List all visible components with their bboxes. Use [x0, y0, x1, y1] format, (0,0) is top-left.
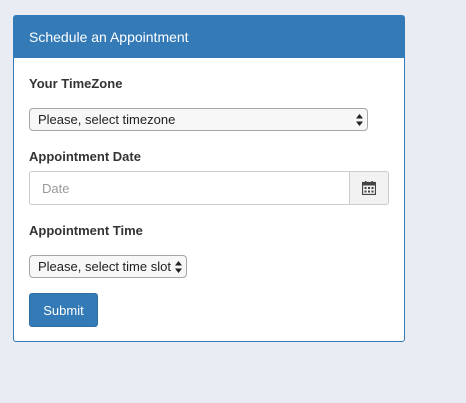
panel-heading: Schedule an Appointment	[14, 16, 404, 58]
time-slot-select[interactable]: Please, select time slot	[29, 255, 187, 278]
select-arrows-icon	[356, 113, 363, 126]
panel-title: Schedule an Appointment	[29, 29, 189, 45]
time-slot-select-value: Please, select time slot	[38, 259, 171, 274]
date-label: Appointment Date	[29, 149, 141, 164]
date-placeholder: Date	[42, 180, 70, 196]
submit-button[interactable]: Submit	[29, 293, 98, 327]
panel-body: Your TimeZone Please, select timezone Ap…	[14, 58, 404, 342]
date-input[interactable]: Date	[29, 171, 349, 205]
date-input-group: Date	[29, 171, 389, 205]
timezone-select[interactable]: Please, select timezone	[29, 108, 368, 131]
timezone-select-value: Please, select timezone	[38, 112, 176, 127]
appointment-panel: Schedule an Appointment Your TimeZone Pl…	[13, 15, 405, 342]
timezone-label: Your TimeZone	[29, 76, 123, 91]
calendar-button[interactable]	[349, 171, 389, 205]
calendar-icon	[362, 181, 376, 195]
time-label: Appointment Time	[29, 223, 143, 238]
select-arrows-icon	[175, 260, 182, 273]
